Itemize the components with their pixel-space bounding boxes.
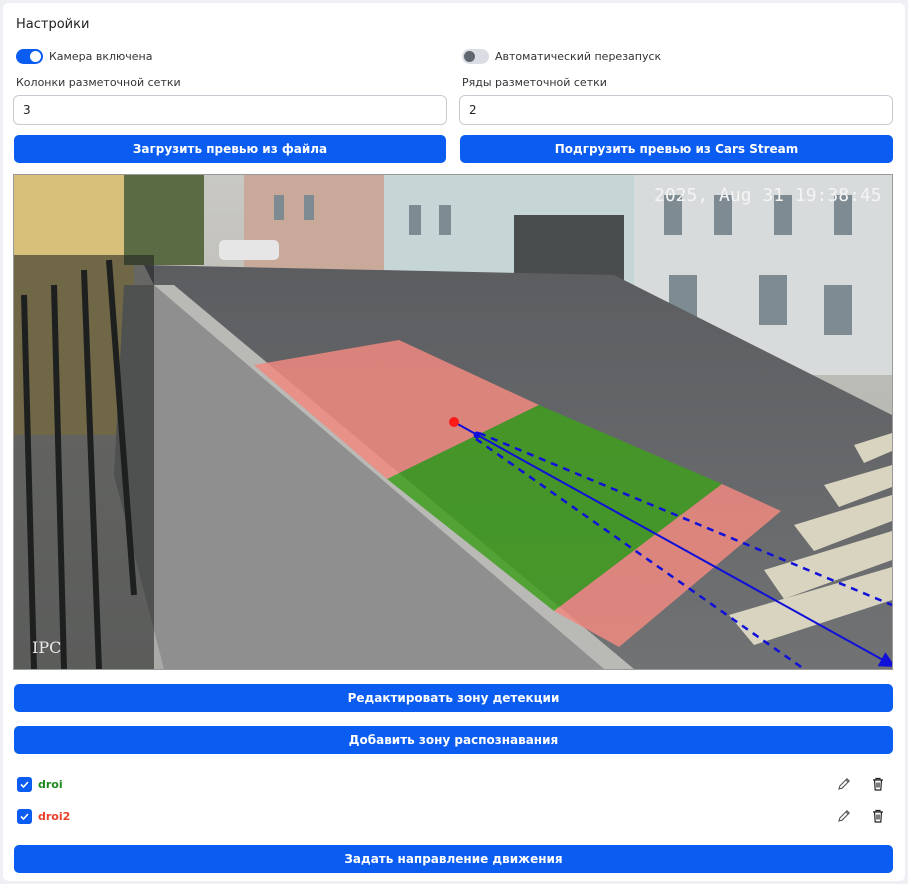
direction-start-handle[interactable] xyxy=(449,417,459,427)
rows-label: Ряды разметочной сетки xyxy=(462,76,607,89)
add-recognition-zone-button[interactable]: Добавить зону распознавания xyxy=(14,726,893,754)
camera-toggle-label: Камера включена xyxy=(49,49,153,63)
columns-label: Колонки разметочной сетки xyxy=(16,76,181,89)
rows-input[interactable] xyxy=(459,95,893,125)
zone-checkbox[interactable] xyxy=(17,808,32,824)
load-cars-stream-preview-button[interactable]: Подгрузить превью из Cars Stream xyxy=(460,135,893,163)
set-direction-button[interactable]: Задать направление движения xyxy=(14,845,893,873)
pencil-icon[interactable] xyxy=(836,808,852,824)
auto-restart-toggle-row[interactable]: Автоматический перезапуск xyxy=(462,47,661,65)
auto-restart-toggle-label: Автоматический перезапуск xyxy=(495,49,662,63)
camera-preview[interactable]: 2025, Aug 31 19:38:45 IPC xyxy=(13,174,893,670)
trees xyxy=(124,175,204,265)
trash-icon[interactable] xyxy=(870,808,886,824)
checkmark-icon xyxy=(20,780,29,788)
pencil-icon[interactable] xyxy=(836,776,852,792)
camera-toggle-switch[interactable] xyxy=(16,48,43,64)
zone-checkbox[interactable] xyxy=(17,776,32,792)
page-title: Настройки xyxy=(16,17,90,32)
direction-mid-handle[interactable] xyxy=(473,431,481,439)
columns-input[interactable] xyxy=(13,95,447,125)
camera-toggle-row[interactable]: Камера включена xyxy=(16,47,152,65)
zone-list-item[interactable]: droi xyxy=(17,775,892,793)
edit-detection-zone-button[interactable]: Редактировать зону детекции xyxy=(14,684,893,712)
zone-name: droi2 xyxy=(38,809,71,823)
fence-shadow xyxy=(14,255,154,669)
settings-panel: Настройки Камера включена Автоматический… xyxy=(3,3,905,881)
checkmark-icon xyxy=(20,812,29,820)
trash-icon[interactable] xyxy=(870,776,886,792)
zone-list-item[interactable]: droi2 xyxy=(17,807,892,825)
auto-restart-toggle-switch[interactable] xyxy=(462,48,489,64)
car xyxy=(219,240,279,260)
preview-watermark: IPC xyxy=(32,638,61,657)
camera-preview-canvas[interactable]: 2025, Aug 31 19:38:45 IPC xyxy=(14,175,892,669)
upload-preview-file-button[interactable]: Загрузить превью из файла xyxy=(14,135,446,163)
preview-timestamp: 2025, Aug 31 19:38:45 xyxy=(654,185,882,206)
zone-name: droi xyxy=(38,777,63,791)
